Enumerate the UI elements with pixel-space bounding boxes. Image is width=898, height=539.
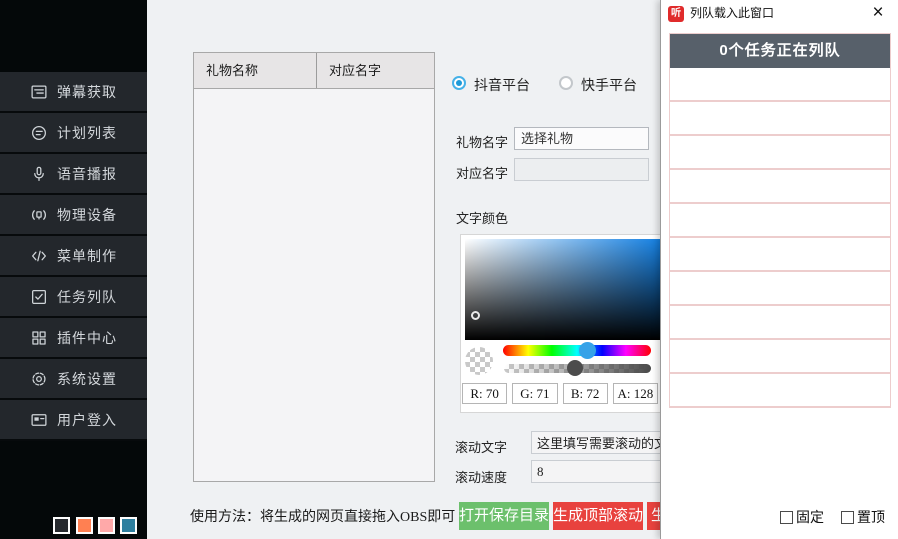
queue-rows xyxy=(670,68,890,408)
radio-douyin-label[interactable]: 抖音平台 xyxy=(474,75,530,95)
sidebar-item-login[interactable]: 用户登入 xyxy=(0,400,147,441)
gift-table-body[interactable] xyxy=(194,89,434,482)
alpha-value-box[interactable]: A: 128 xyxy=(613,383,658,404)
theme-swatch-pink[interactable] xyxy=(98,517,115,534)
queue-row xyxy=(670,238,890,272)
app-icon: 听 xyxy=(668,6,684,22)
pin-top-checkbox[interactable]: 置顶 xyxy=(841,507,885,527)
scroll-text-label: 滚动文字 xyxy=(455,437,507,456)
plan-list-icon xyxy=(30,124,48,142)
color-picker: R: 70 G: 71 B: 72 A: 128 xyxy=(460,234,672,413)
danmaku-list-icon xyxy=(30,83,48,101)
queue-row xyxy=(670,68,890,102)
scroll-speed-label: 滚动速度 xyxy=(455,467,507,486)
pin-top-checkbox-label: 置顶 xyxy=(857,507,885,527)
gift-select-dropdown[interactable]: 选择礼物 xyxy=(514,127,649,150)
rgba-values: R: 70 G: 71 B: 72 A: 128 xyxy=(462,383,658,404)
open-save-dir-button[interactable]: 打开保存目录 xyxy=(459,502,549,530)
sidebar-item-task-queue[interactable]: 任务列队 xyxy=(0,277,147,318)
pin-top-checkbox-box[interactable] xyxy=(841,511,854,524)
usage-hint: 使用方法：将生成的网页直接拖入OBS即可 xyxy=(190,506,455,526)
queue-row xyxy=(670,272,890,306)
theme-swatch-teal[interactable] xyxy=(120,517,137,534)
column-header-display-name[interactable]: 对应名字 xyxy=(317,53,434,88)
green-value-box[interactable]: G: 71 xyxy=(512,383,557,404)
queue-row xyxy=(670,374,890,408)
saturation-area[interactable] xyxy=(465,239,669,340)
theme-swatch-dark[interactable] xyxy=(53,517,70,534)
hue-slider-handle[interactable] xyxy=(579,342,596,359)
plugin-grid-icon xyxy=(30,329,48,347)
radio-douyin[interactable] xyxy=(452,76,466,90)
app-screen: 弹幕获取 计划列表 语音播报 物理设备 xyxy=(0,0,898,539)
queue-row xyxy=(670,136,890,170)
sidebar-item-label: 计划列表 xyxy=(57,123,117,143)
alpha-preview-circle xyxy=(465,347,493,375)
user-card-icon xyxy=(30,411,48,429)
gear-icon xyxy=(30,370,48,388)
sidebar-item-danmaku[interactable]: 弹幕获取 xyxy=(0,72,147,113)
queue-row xyxy=(670,102,890,136)
queue-window: 听 列队载入此窗口 × 0个任务正在列队 固定 置顶 xyxy=(660,0,898,539)
sidebar-item-settings[interactable]: 系统设置 xyxy=(0,359,147,400)
microphone-icon xyxy=(30,165,48,183)
fix-checkbox-label: 固定 xyxy=(796,507,824,527)
blue-value-box[interactable]: B: 72 xyxy=(563,383,608,404)
sidebar-nav: 弹幕获取 计划列表 语音播报 物理设备 xyxy=(0,72,147,441)
sidebar-item-label: 弹幕获取 xyxy=(57,82,117,102)
fix-checkbox-box[interactable] xyxy=(780,511,793,524)
theme-swatch-orange[interactable] xyxy=(76,517,93,534)
gift-table-header: 礼物名称 对应名字 xyxy=(194,53,434,89)
sidebar-item-label: 菜单制作 xyxy=(57,246,117,266)
saturation-cursor[interactable] xyxy=(471,311,480,320)
close-icon[interactable]: × xyxy=(864,0,892,27)
queue-window-titlebar[interactable]: 听 列队载入此窗口 × xyxy=(661,0,898,28)
gift-table: 礼物名称 对应名字 xyxy=(193,52,435,482)
sidebar: 弹幕获取 计划列表 语音播报 物理设备 xyxy=(0,0,147,539)
gift-name-label: 礼物名字 xyxy=(456,132,508,151)
queue-row xyxy=(670,306,890,340)
display-name-input[interactable] xyxy=(514,158,649,181)
physical-device-icon xyxy=(30,206,48,224)
sidebar-item-voice[interactable]: 语音播报 xyxy=(0,154,147,195)
sidebar-item-plan[interactable]: 计划列表 xyxy=(0,113,147,154)
column-header-gift-name[interactable]: 礼物名称 xyxy=(194,53,317,88)
queue-status-header: 0个任务正在列队 xyxy=(670,34,890,68)
queue-options: 固定 置顶 xyxy=(780,507,885,527)
display-name-label: 对应名字 xyxy=(456,163,508,182)
alpha-slider[interactable] xyxy=(504,364,651,373)
text-color-label: 文字颜色 xyxy=(456,208,508,227)
queue-row xyxy=(670,204,890,238)
queue-row xyxy=(670,340,890,374)
sidebar-item-menu-maker[interactable]: 菜单制作 xyxy=(0,236,147,277)
red-value-box[interactable]: R: 70 xyxy=(462,383,507,404)
sidebar-item-plugins[interactable]: 插件中心 xyxy=(0,318,147,359)
generate-top-scroll-button[interactable]: 生成顶部滚动 xyxy=(553,502,643,530)
sidebar-item-device[interactable]: 物理设备 xyxy=(0,195,147,236)
queue-row xyxy=(670,170,890,204)
sidebar-item-label: 插件中心 xyxy=(57,328,117,348)
gift-select-value: 选择礼物 xyxy=(521,131,573,146)
queue-list: 0个任务正在列队 xyxy=(669,33,891,408)
radio-kuaishou[interactable] xyxy=(559,76,573,90)
sidebar-item-label: 物理设备 xyxy=(57,205,117,225)
sidebar-item-label: 语音播报 xyxy=(57,164,117,184)
hue-slider[interactable] xyxy=(503,345,651,356)
alpha-slider-handle[interactable] xyxy=(567,360,583,376)
code-icon xyxy=(30,247,48,265)
fix-checkbox[interactable]: 固定 xyxy=(780,507,824,527)
sidebar-item-label: 任务列队 xyxy=(57,287,117,307)
sidebar-item-label: 用户登入 xyxy=(57,410,117,430)
task-check-icon xyxy=(30,288,48,306)
sidebar-item-label: 系统设置 xyxy=(57,369,117,389)
queue-window-title: 列队载入此窗口 xyxy=(690,0,774,27)
radio-kuaishou-label[interactable]: 快手平台 xyxy=(581,75,637,95)
